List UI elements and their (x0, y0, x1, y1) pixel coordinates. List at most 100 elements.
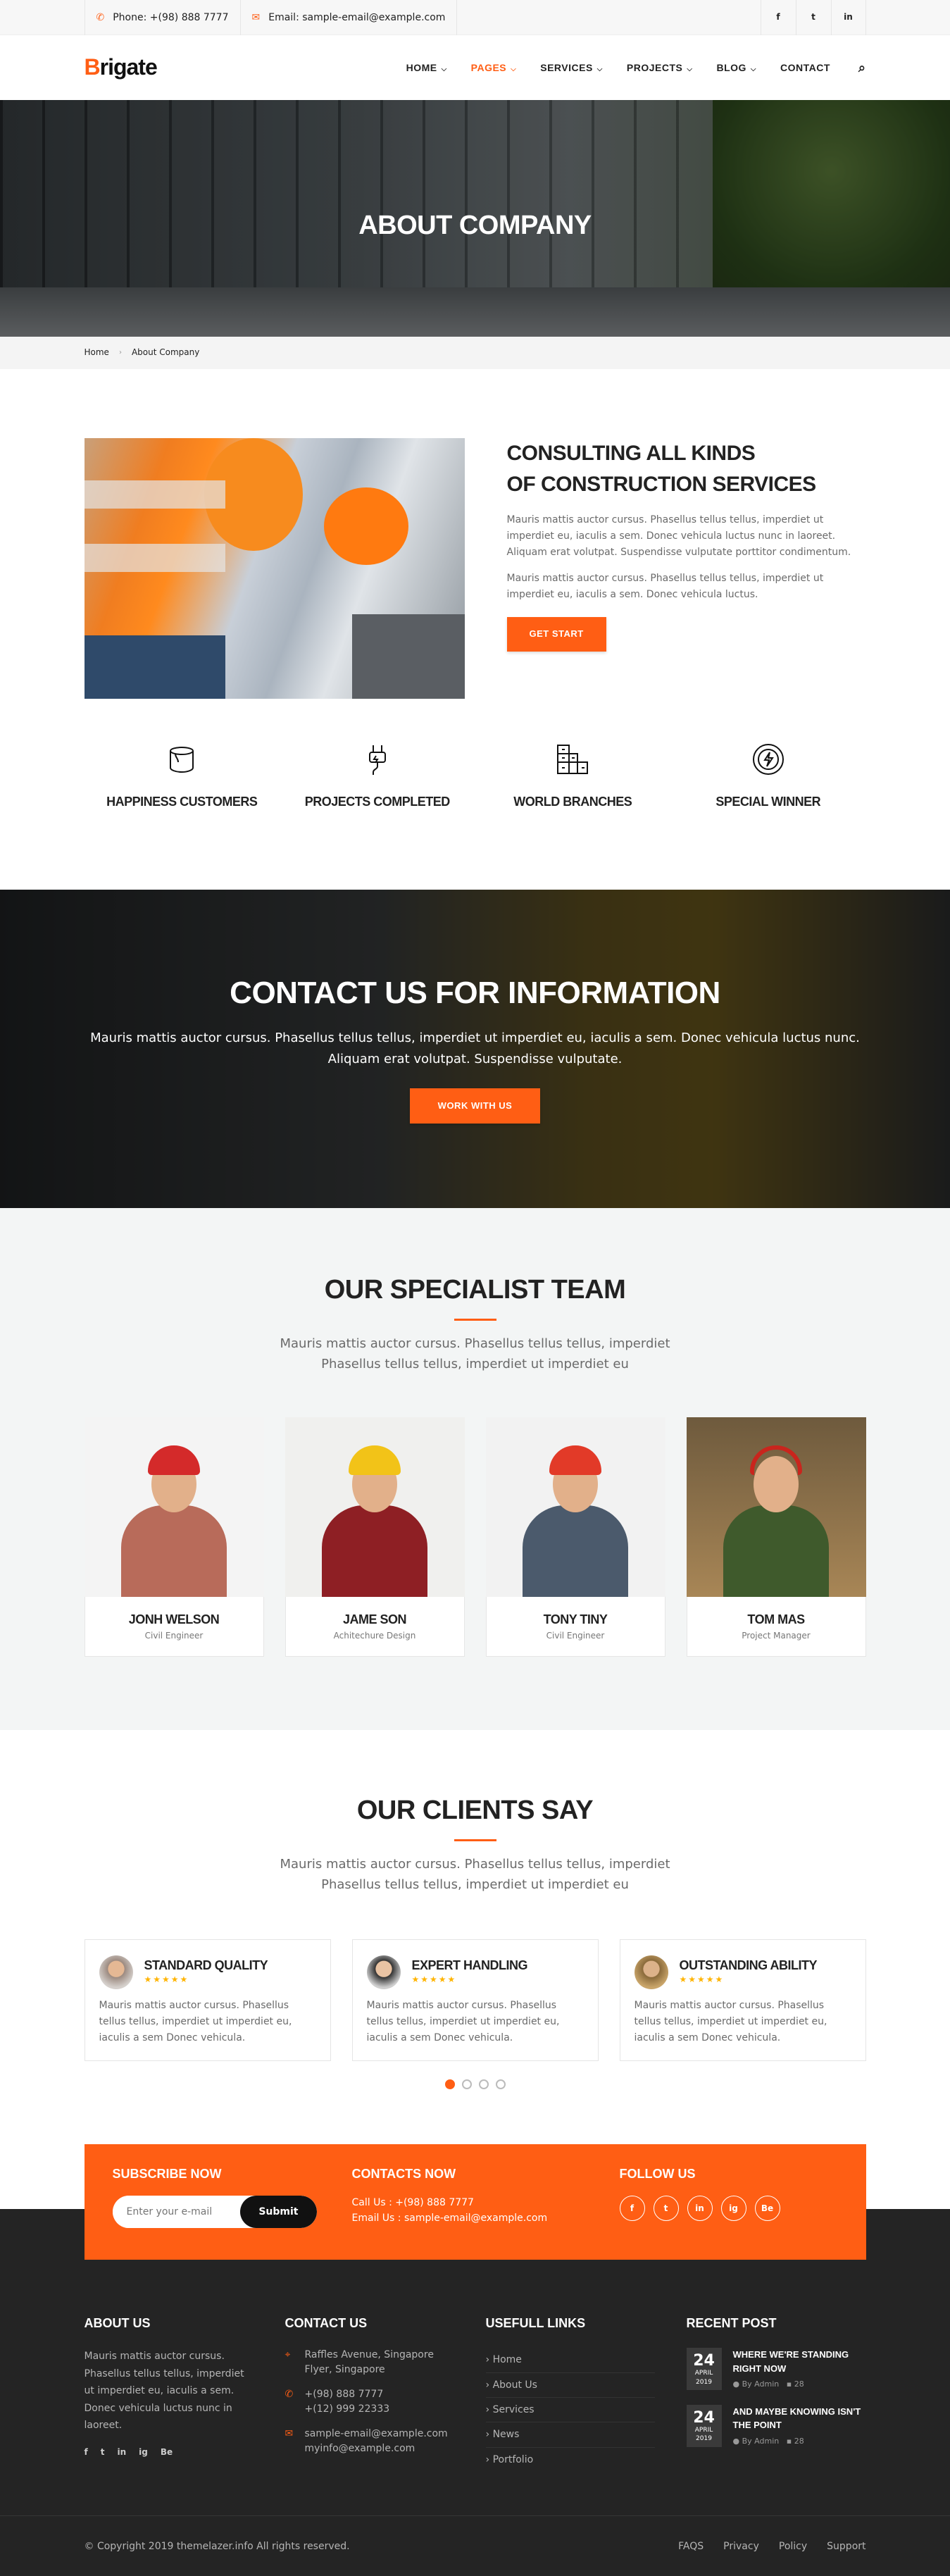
carousel-dot[interactable] (461, 2079, 472, 2090)
recent-post-item[interactable]: 24 APRIL 2019 WHERE WE'RE STANDING RIGHT N… (686, 2348, 866, 2391)
mail-icon: ✉ (251, 11, 261, 23)
member-name: JONH WELSON (128, 1612, 220, 1626)
subscribe-email-input[interactable] (112, 2196, 241, 2229)
nav-blog-label: BLOG (716, 61, 746, 73)
footer-phone-2: +(12) 999 22333 (304, 2403, 390, 2415)
feature-label: WORLD BRANCHES (513, 795, 632, 809)
nav-projects[interactable]: PROJECTS ⌵ (627, 60, 693, 75)
search-icon[interactable]: ⌕ (858, 58, 866, 78)
clients-title: OUR CLIENTS SAY (356, 1795, 594, 1825)
carousel-dot-active[interactable] (444, 2079, 455, 2090)
cta-text: Mauris mattis auctor cursus. Phasellus t… (90, 1031, 860, 1066)
team-card[interactable]: JAME SON Achitechure Design (285, 1417, 465, 1657)
member-name: JAME SON (342, 1612, 407, 1626)
nav-services[interactable]: SERVICES ⌵ (540, 60, 603, 75)
member-role: Achitechure Design (333, 1630, 416, 1641)
footer-contact-title: CONTACT US (285, 2316, 368, 2331)
feature-item: HAPPINESS CUSTOMERS (85, 741, 280, 812)
twitter-icon[interactable]: t (653, 2196, 679, 2222)
mail-icon: ✉ (285, 2428, 294, 2440)
footer-about: ABOUT US Mauris mattis auctor cursus. Ph… (85, 2313, 285, 2472)
breadcrumb-home[interactable]: Home (85, 346, 109, 359)
features-section: HAPPINESS CUSTOMERS PROJECTS COMPLETED W… (0, 699, 950, 890)
feature-label: PROJECTS COMPLETED (304, 795, 451, 809)
footer-link-label: Home (492, 2354, 522, 2366)
work-with-us-button[interactable]: WORK WITH US (409, 1088, 541, 1124)
subscribe-bar: SUBSCRIBE NOW Submit CONTACTS NOW Call U… (84, 2144, 866, 2260)
user-icon: ● (732, 2379, 740, 2389)
nav-blog[interactable]: BLOG ⌵ (716, 60, 756, 75)
team-card[interactable]: JONH WELSON Civil Engineer (84, 1417, 264, 1657)
team-card[interactable]: TONY TINY Civil Engineer (485, 1417, 665, 1657)
about-paragraph-2: Mauris mattis auctor cursus. Phasellus t… (506, 573, 824, 601)
plug-icon (359, 741, 396, 778)
instagram-icon[interactable]: ig (139, 2446, 148, 2459)
facebook-icon[interactable]: f (85, 2446, 88, 2459)
logo[interactable]: Brigate (85, 49, 158, 85)
recent-post-item[interactable]: 24 APRIL 2019 AND MAYBE KNOWING ISN'T THE … (686, 2404, 866, 2448)
subscribe-form: Submit (112, 2196, 317, 2229)
footer-bottom-link-policy[interactable]: Policy (779, 2539, 807, 2554)
facebook-icon[interactable]: f (619, 2196, 645, 2222)
linkedin-icon[interactable]: in (117, 2446, 126, 2459)
nav-pages[interactable]: PAGES ⌵ (471, 60, 517, 75)
footer-link-label: Services (492, 2403, 535, 2415)
instagram-icon[interactable]: ig (720, 2196, 746, 2222)
vest-stripe (84, 480, 225, 509)
carousel-dot[interactable] (478, 2079, 489, 2090)
comment-icon: ▪ (786, 2436, 792, 2446)
linkedin-icon[interactable]: in (830, 0, 866, 35)
team-card[interactable]: TOM MAS Project Manager (686, 1417, 866, 1657)
subscribe-title: SUBSCRIBE NOW (112, 2167, 222, 2182)
facebook-icon[interactable]: f (760, 0, 796, 35)
footer-link-portfolio[interactable]: › Portfolio (486, 2448, 655, 2472)
member-role: Project Manager (742, 1630, 811, 1641)
clients-subtitle: Mauris mattis auctor cursus. Phasellus t… (280, 1856, 670, 1893)
clients-section: OUR CLIENTS SAY Mauris mattis auctor cur… (0, 1730, 950, 2139)
footer-bottom-link-faqs[interactable]: FAQS (678, 2539, 704, 2554)
footer-email-1[interactable]: sample-email@example.com (305, 2428, 448, 2439)
about-content: CONSULTING ALL KINDS OF CONSTRUCTION SERV… (506, 438, 866, 699)
star-rating-icon: ★★★★★ (144, 1974, 189, 1985)
page-hero: ABOUT COMPANY (0, 100, 950, 337)
get-start-button[interactable]: GET START (506, 617, 606, 652)
chevron-down-icon: ⌵ (596, 65, 603, 73)
behance-icon[interactable]: Be (754, 2196, 780, 2222)
footer-link-label: About Us (492, 2379, 537, 2391)
subscribe-submit-button[interactable]: Submit (240, 2196, 317, 2229)
footer-links-title: USEFULL LINKS (485, 2316, 586, 2331)
footer-link-about[interactable]: › About Us (485, 2373, 655, 2398)
twitter-icon[interactable]: t (101, 2446, 105, 2459)
nav-services-label: SERVICES (540, 61, 593, 73)
footer-bottom-link-support[interactable]: Support (827, 2539, 865, 2554)
member-body (322, 1505, 427, 1597)
chevron-down-icon: ⌵ (441, 65, 447, 73)
member-photo (84, 1417, 264, 1597)
linkedin-icon[interactable]: in (687, 2196, 713, 2222)
nav-contact[interactable]: CONTACT (780, 60, 830, 75)
post-year: 2019 (696, 2435, 712, 2443)
footer-address: Raffles Avenue, Singapore Flyer, Singapo… (304, 2349, 434, 2376)
post-day: 24 (693, 2352, 715, 2370)
footer-bottom-link-privacy[interactable]: Privacy (723, 2539, 759, 2554)
avatar (634, 1955, 668, 1990)
member-photo (285, 1417, 465, 1597)
carousel-dot[interactable] (495, 2079, 506, 2090)
topbar: ✆ Phone: +(98) 888 7777 ✉ Email: sample-… (0, 0, 950, 35)
topbar-phone[interactable]: ✆ Phone: +(98) 888 7777 (84, 0, 241, 35)
footer-link-news[interactable]: › News (485, 2422, 655, 2448)
breadcrumb: Home › About Company (0, 337, 950, 369)
footer-link-label: Portfolio (492, 2453, 534, 2465)
nav-projects-label: PROJECTS (626, 61, 683, 73)
about-title: CONSULTING ALL KINDS OF CONSTRUCTION SERV… (507, 438, 866, 499)
topbar-email[interactable]: ✉ Email: sample-email@example.com (241, 0, 458, 35)
nav-home[interactable]: HOME ⌵ (406, 60, 447, 75)
footer-email-2[interactable]: myinfo@example.com (305, 2443, 415, 2454)
hardhat-shape (148, 1445, 200, 1475)
twitter-icon[interactable]: t (795, 0, 831, 35)
footer-link-services[interactable]: › Services (485, 2398, 655, 2423)
hardhat-shape (549, 1445, 601, 1475)
behance-icon[interactable]: Be (161, 2446, 173, 2459)
footer-about-text: Mauris mattis auctor cursus. Phasellus t… (84, 2351, 244, 2432)
footer-link-home[interactable]: › Home (485, 2348, 655, 2373)
